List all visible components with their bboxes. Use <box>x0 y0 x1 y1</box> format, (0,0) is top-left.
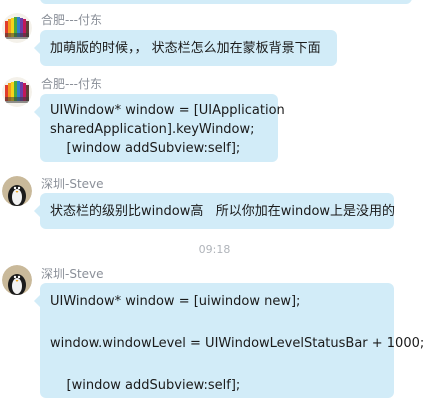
avatar-shenzhen-steve[interactable] <box>2 265 32 295</box>
message-text-line: [window addSubview:self]; <box>50 141 241 156</box>
message-text-line: UIWindow* window = [UIApplication <box>50 103 285 118</box>
message-text-line: window.windowLevel = UIWindowLevelStatus… <box>50 336 425 351</box>
message-bubble[interactable]: 加萌版的时候，， 状态栏怎么加在蒙板背景下面 <box>34 30 337 66</box>
message-bubble[interactable]: 状态栏的级别比window高 所以你加在window上是没用的 <box>34 193 396 229</box>
message-text: 状态栏的级别比window高 所以你加在window上是没用的 <box>50 204 396 219</box>
message-text-line <box>50 354 384 375</box>
message-bubble[interactable]: UIWindow* window = [uiwindow new]; windo… <box>34 283 425 398</box>
message-bubble[interactable]: UIWindow* window = [UIApplication shared… <box>34 94 285 162</box>
sender-name: 深圳-Steve <box>41 267 104 281</box>
message-text-line: sharedApplication].keyWindow; <box>50 122 255 137</box>
colored-pencils-avatar-icon <box>2 77 32 107</box>
message-text-line: [window addSubview:self]; <box>50 378 241 393</box>
previous-message-bubble-edge <box>40 0 412 4</box>
sender-name: 深圳-Steve <box>41 177 104 191</box>
message-text: 加萌版的时候，， 状态栏怎么加在蒙板背景下面 <box>50 41 321 56</box>
avatar-shenzhen-steve[interactable] <box>2 176 32 206</box>
avatar-hefei-fudong[interactable] <box>2 77 32 107</box>
timestamp: 09:18 <box>198 243 231 256</box>
avatar-hefei-fudong[interactable] <box>2 13 32 43</box>
sender-name: 合肥---付东 <box>41 77 102 91</box>
message-text-line <box>50 312 384 333</box>
sender-name: 合肥---付东 <box>41 13 102 27</box>
colored-pencils-avatar-icon <box>2 13 32 43</box>
message-text-line: UIWindow* window = [uiwindow new]; <box>50 294 301 309</box>
penguin-avatar-icon <box>2 265 32 295</box>
penguin-avatar-icon <box>2 176 32 206</box>
